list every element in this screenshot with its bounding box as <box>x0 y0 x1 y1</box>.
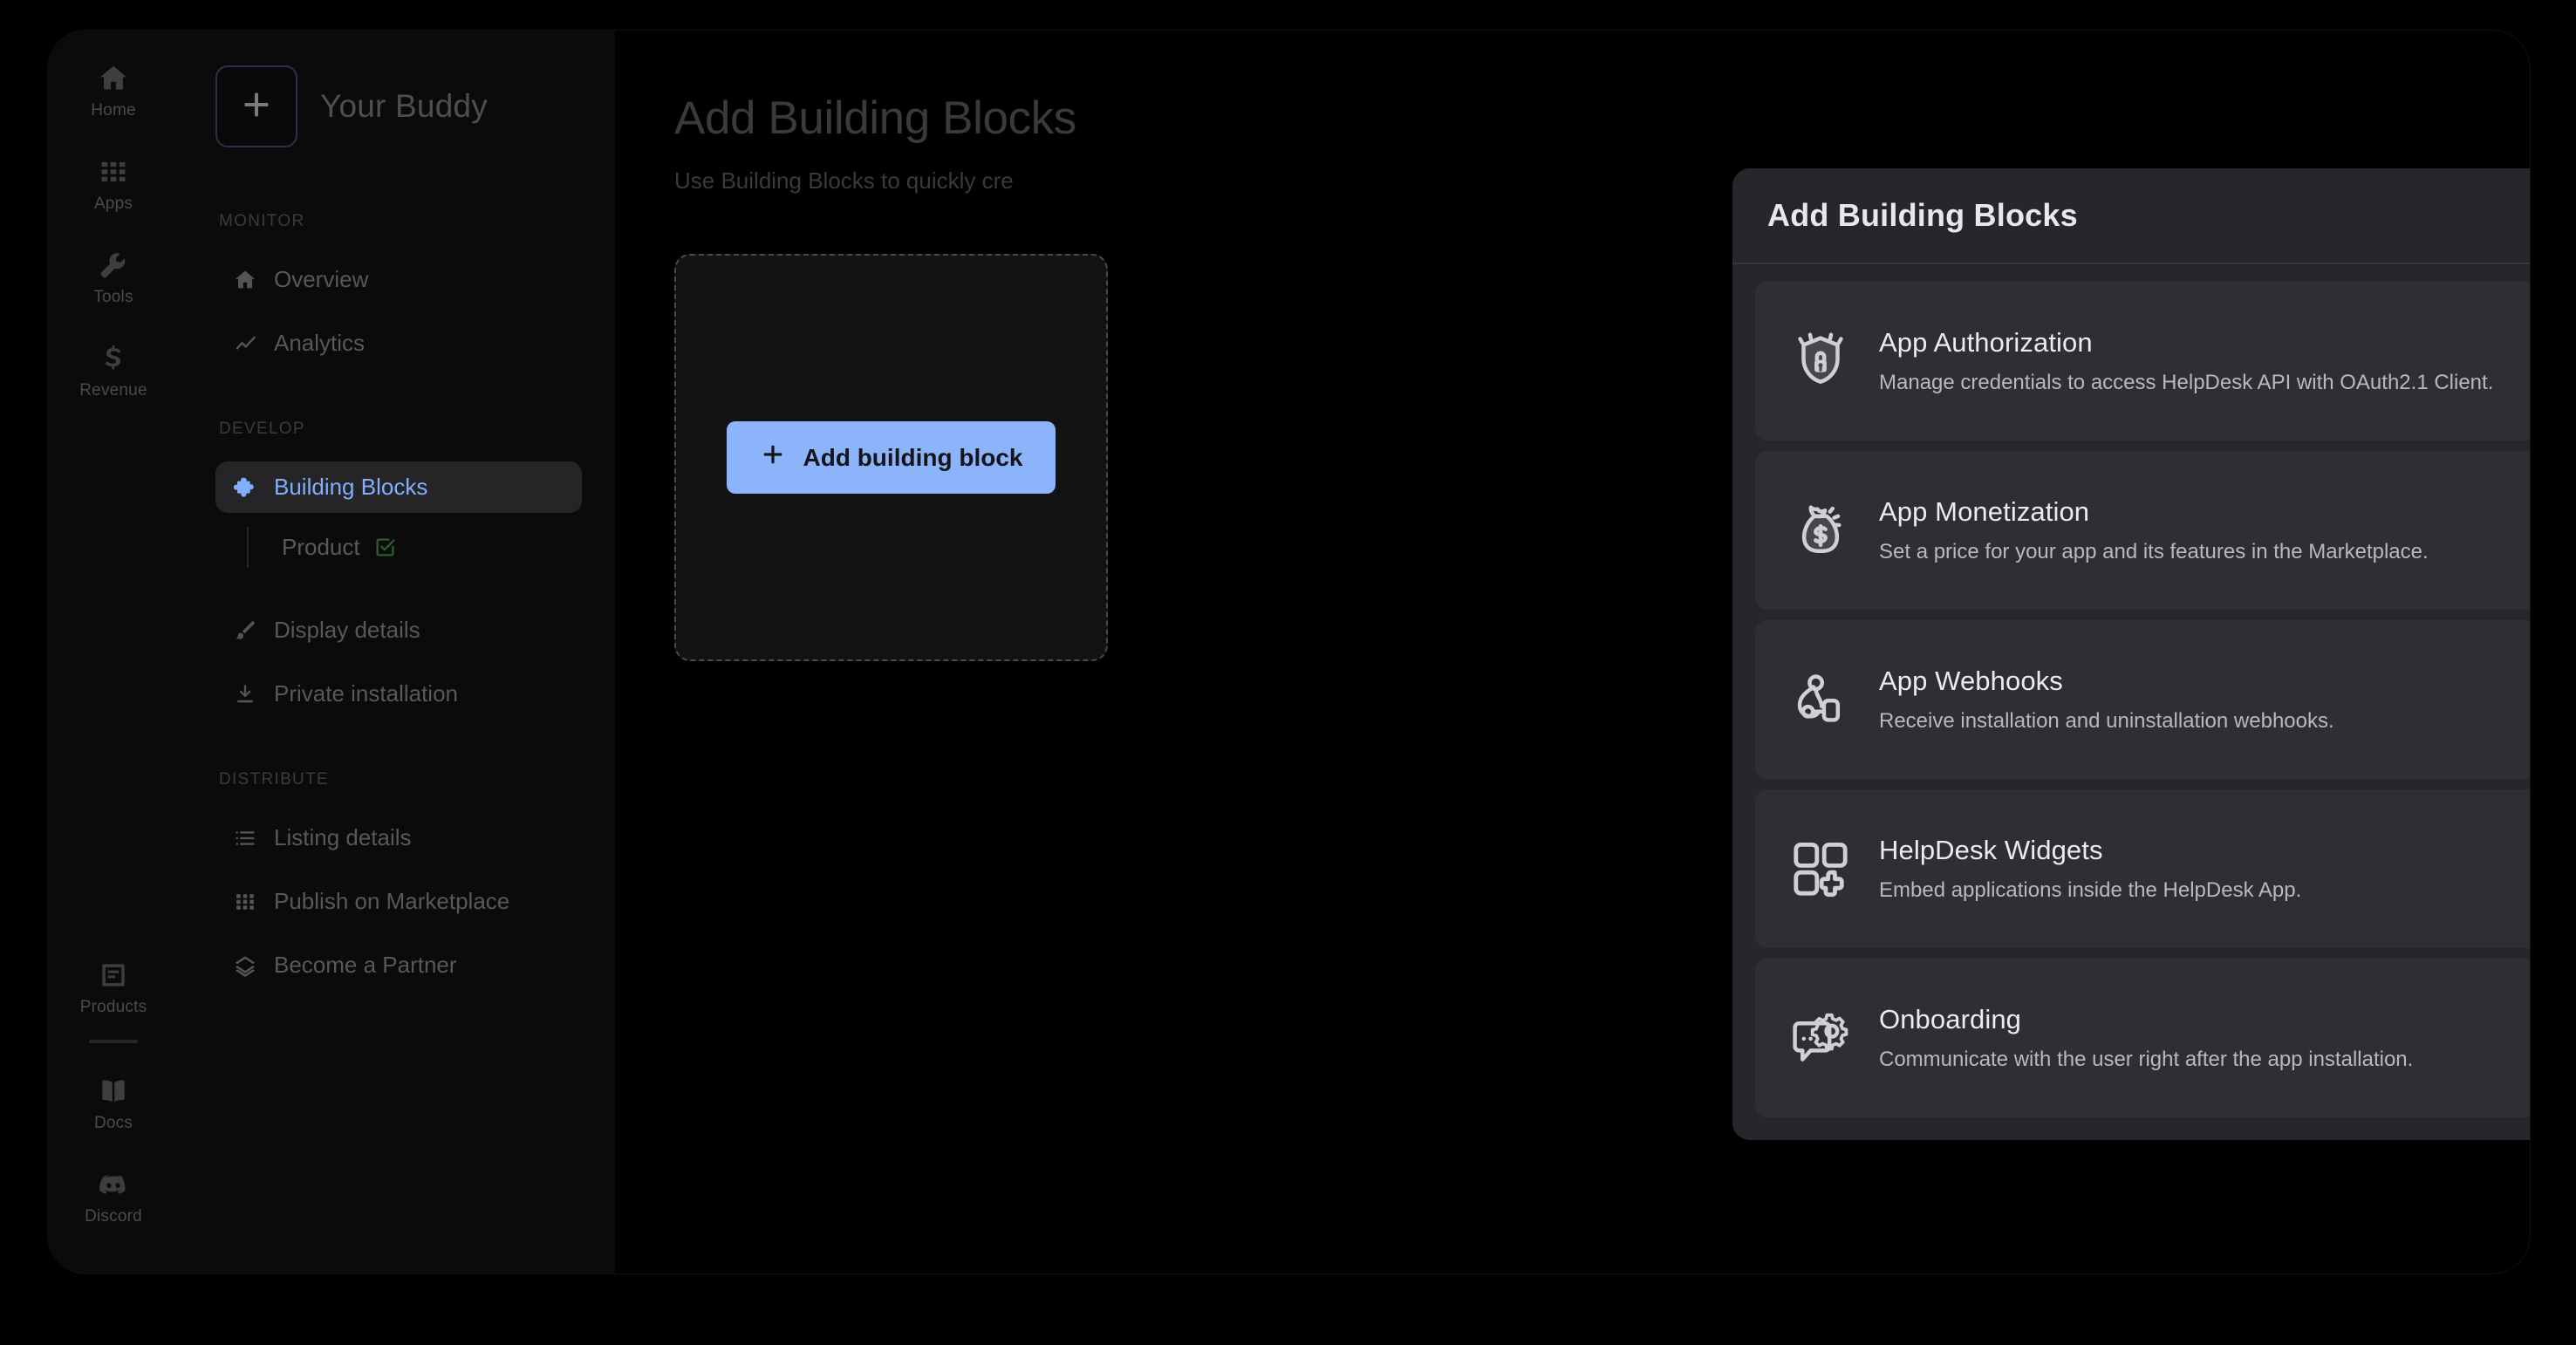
brush-icon <box>233 618 257 643</box>
block-text: App Monetization Set a price for your ap… <box>1879 496 2530 564</box>
add-building-block-button[interactable]: Add building block <box>726 421 1056 494</box>
document-icon <box>97 959 130 992</box>
shield-lock-icon <box>1787 327 1855 395</box>
block-title: Onboarding <box>1879 1004 2022 1034</box>
modal-header: Add Building Blocks <box>1732 168 2530 264</box>
icon-rail: Home Apps Tools Revenue Products Docs Di… <box>48 31 179 1273</box>
block-text: App Webhooks Receive installation and un… <box>1879 666 2530 734</box>
onboarding-gear-chat-icon <box>1787 1004 1855 1072</box>
block-text: Onboarding Communicate with the user rig… <box>1879 1004 2530 1072</box>
building-block-row-app-webhooks: App Webhooks Receive installation and un… <box>1755 620 2530 779</box>
rail-item-label: Apps <box>93 195 133 213</box>
sidebar-item-label: Analytics <box>274 330 366 356</box>
sidebar-subitems: Product <box>247 525 582 570</box>
nav-section-distribute-title: DISTRIBUTE <box>219 770 329 789</box>
sidebar-item-label: Private installation <box>274 680 458 707</box>
rail-bottom-group: Products Docs Discord <box>48 946 179 1249</box>
book-icon <box>97 1075 130 1108</box>
sidebar-item-label: Listing details <box>274 824 412 850</box>
block-description: Manage credentials to access HelpDesk AP… <box>1879 371 2494 394</box>
sidebar-item-overview[interactable]: Overview <box>215 254 582 305</box>
grid-icon <box>97 155 130 188</box>
sidebar-item-label: Publish on Marketplace <box>274 888 510 914</box>
home-icon <box>233 268 257 292</box>
grid-icon <box>233 890 257 914</box>
rail-item-label: Products <box>79 998 147 1016</box>
modal-title: Add Building Blocks <box>1767 197 2078 233</box>
rail-item-label: Docs <box>93 1114 133 1132</box>
sidebar-item-become-a-partner[interactable]: Become a Partner <box>215 939 582 991</box>
line-chart-icon <box>233 331 257 356</box>
building-block-row-app-monetization: App Monetization Set a price for your ap… <box>1755 451 2530 610</box>
app-window: Home Apps Tools Revenue Products Docs Di… <box>48 31 2530 1273</box>
rail-item-label: Home <box>91 101 136 119</box>
list-icon <box>233 826 257 850</box>
sidebar-subitem-label: Product <box>282 534 360 560</box>
add-building-block-label: Add building block <box>803 443 1023 471</box>
rail-item-label: Revenue <box>79 381 147 399</box>
block-text: HelpDesk Widgets Embed applications insi… <box>1879 835 2530 903</box>
sidebar-subitem-product[interactable]: Product <box>278 525 582 570</box>
rail-item-label: Discord <box>85 1207 142 1226</box>
sidebar-item-analytics[interactable]: Analytics <box>215 317 582 369</box>
sidebar-item-publish-on-marketplace[interactable]: Publish on Marketplace <box>215 876 582 927</box>
rail-item-label: Tools <box>93 288 133 306</box>
layers-icon <box>233 953 257 978</box>
block-title: App Authorization <box>1879 327 2093 358</box>
plus-icon <box>760 441 786 474</box>
block-description: Receive installation and uninstallation … <box>1879 709 2334 733</box>
rail-item-tools[interactable]: Tools <box>48 236 179 316</box>
webhook-icon <box>1787 666 1855 734</box>
block-title: App Monetization <box>1879 496 2090 527</box>
sidebar-item-private-installation[interactable]: Private installation <box>215 668 582 720</box>
nav-section-develop-title: DEVELOP <box>219 420 305 438</box>
rail-item-discord[interactable]: Discord <box>48 1156 179 1235</box>
sidebar-item-label: Display details <box>274 617 420 643</box>
block-description: Embed applications inside the HelpDesk A… <box>1879 878 2302 902</box>
building-block-row-app-authorization: App Authorization Manage credentials to … <box>1755 282 2530 440</box>
rail-divider <box>89 1040 138 1043</box>
puzzle-icon <box>233 475 257 500</box>
money-bag-icon <box>1787 496 1855 564</box>
block-title: App Webhooks <box>1879 666 2063 696</box>
sidebar-item-display-details[interactable]: Display details <box>215 604 582 656</box>
nav-section-monitor-title: MONITOR <box>219 212 305 230</box>
sidebar-item-label: Become a Partner <box>274 952 457 978</box>
discord-icon <box>97 1168 130 1201</box>
add-app-avatar-button[interactable] <box>215 65 297 147</box>
app-name: Your Buddy <box>320 88 488 124</box>
rail-item-apps[interactable]: Apps <box>48 143 179 222</box>
main-content: Add Building Blocks Use Building Blocks … <box>615 31 2530 1273</box>
sidebar-item-listing-details[interactable]: Listing details <box>215 812 582 864</box>
building-block-row-helpdesk-widgets: HelpDesk Widgets Embed applications insi… <box>1755 789 2530 948</box>
block-description: Set a price for your app and its feature… <box>1879 540 2429 563</box>
rail-item-products[interactable]: Products <box>48 946 179 1026</box>
sidebar-item-label: Building Blocks <box>274 474 428 500</box>
block-description: Communicate with the user right after th… <box>1879 1048 2414 1071</box>
rail-item-home[interactable]: Home <box>48 50 179 129</box>
dollar-icon <box>97 342 130 375</box>
block-text: App Authorization Manage credentials to … <box>1879 327 2530 395</box>
widgets-icon <box>1787 835 1855 903</box>
empty-blocks-dropzone: Add building block <box>674 254 1108 661</box>
add-building-blocks-modal: Add Building Blocks App Authorization Ma… <box>1732 168 2530 1140</box>
rail-item-revenue[interactable]: Revenue <box>48 330 179 409</box>
download-icon <box>233 682 257 707</box>
sidebar-header: Your Buddy <box>215 65 582 147</box>
modal-body: App Authorization Manage credentials to … <box>1732 264 2530 1140</box>
sidebar-item-building-blocks[interactable]: Building Blocks <box>215 461 582 513</box>
check-square-icon <box>374 536 396 558</box>
home-icon <box>97 62 130 95</box>
rail-item-docs[interactable]: Docs <box>48 1062 179 1142</box>
wrench-icon <box>97 249 130 282</box>
page-title: Add Building Blocks <box>674 92 1076 144</box>
sidebar: Your Buddy MONITOR Overview Analytics DE… <box>179 31 615 1273</box>
plus-icon <box>239 87 274 126</box>
sidebar-item-label: Overview <box>274 266 369 292</box>
block-title: HelpDesk Widgets <box>1879 835 2103 865</box>
building-block-row-onboarding: Onboarding Communicate with the user rig… <box>1755 959 2530 1117</box>
